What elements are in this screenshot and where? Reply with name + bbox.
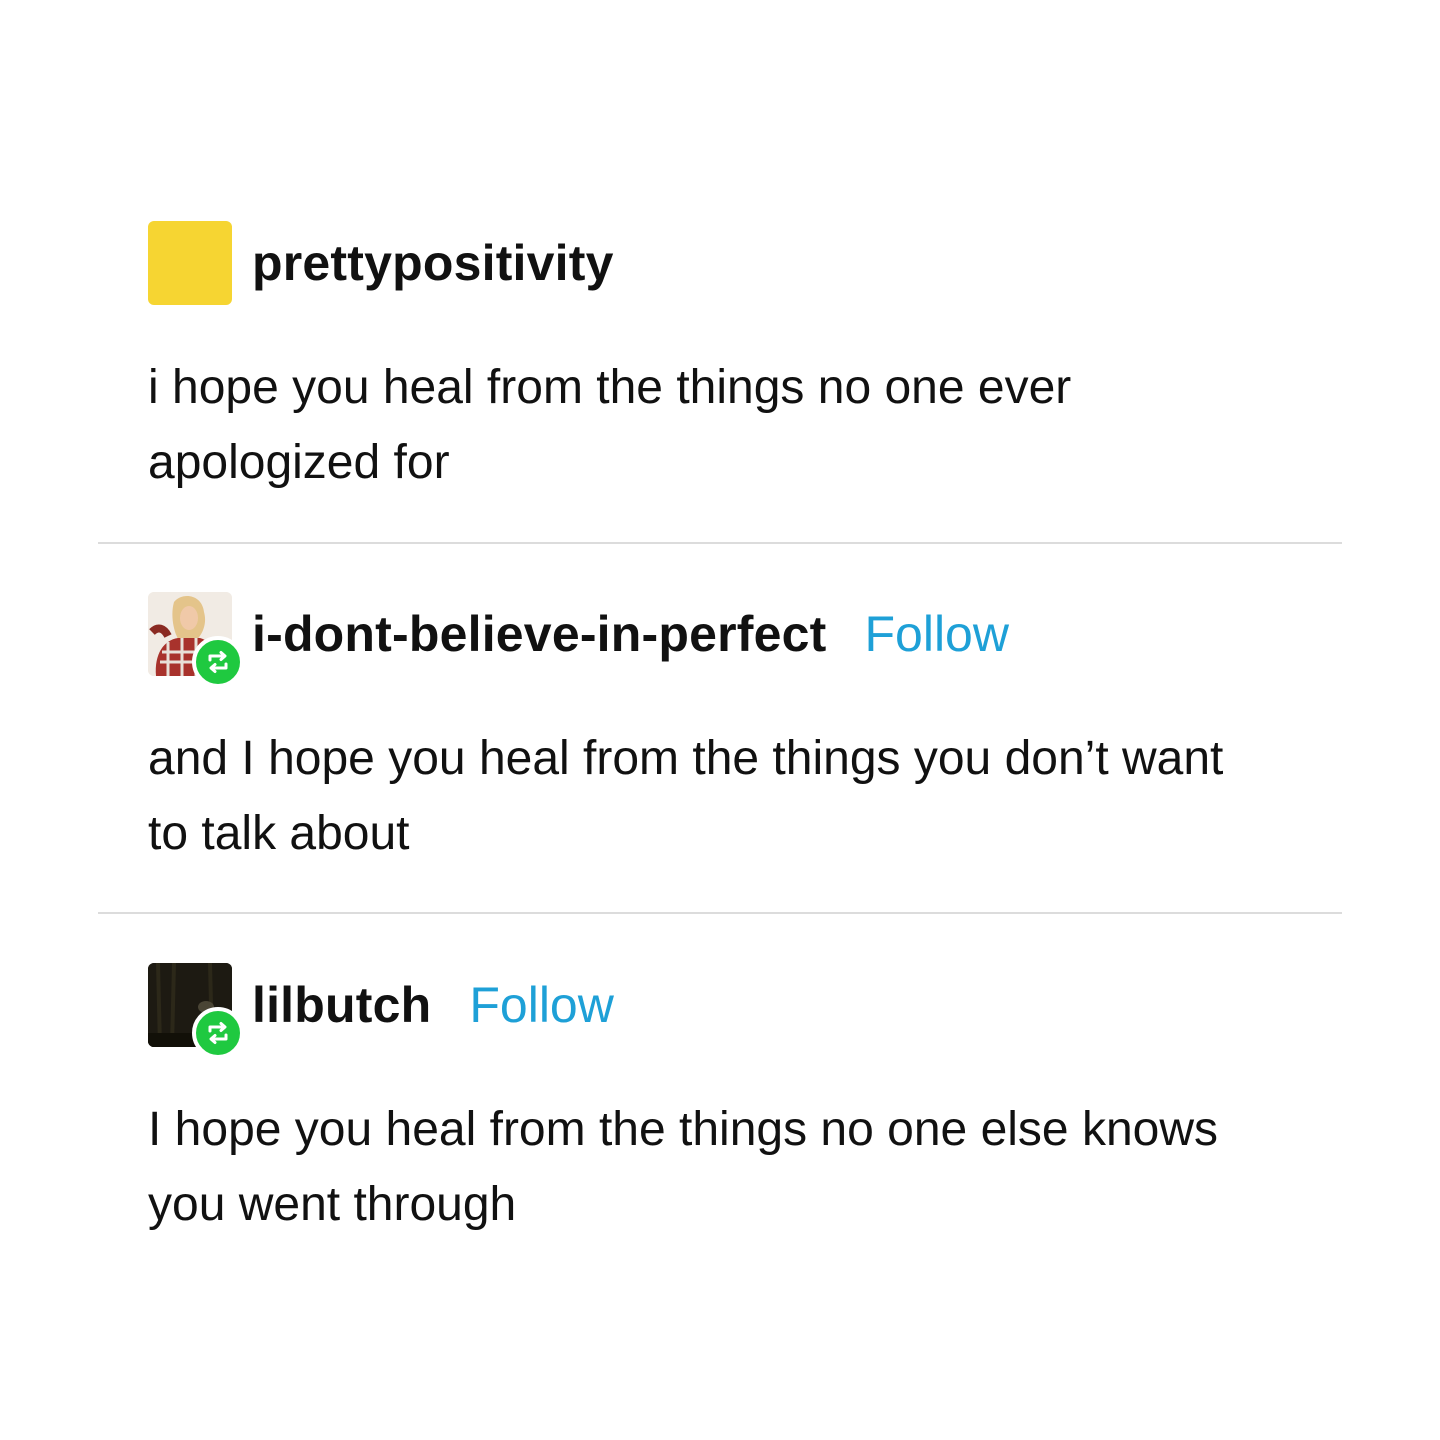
divider (98, 912, 1342, 914)
post-header: prettypositivity (148, 221, 614, 305)
reblog-icon (192, 1007, 244, 1059)
post-body: I hope you heal from the things no one e… (148, 1103, 1219, 1231)
username[interactable]: prettypositivity (252, 234, 614, 292)
username[interactable]: lilbutch (252, 976, 431, 1034)
post-body: i hope you heal from the things no one e… (148, 361, 1072, 489)
follow-button[interactable]: Follow (469, 976, 613, 1034)
avatar[interactable] (148, 592, 244, 688)
post-header: lilbutch Follow (148, 963, 614, 1059)
avatar[interactable] (148, 963, 244, 1059)
post-header: i-dont-believe-in-perfect Follow (148, 592, 1009, 688)
follow-button[interactable]: Follow (864, 605, 1008, 663)
yellow-square-avatar (148, 221, 232, 305)
username[interactable]: i-dont-believe-in-perfect (252, 605, 826, 663)
post-body: and I hope you heal from the things you … (148, 732, 1224, 860)
divider (98, 542, 1342, 544)
reblog-icon (192, 636, 244, 688)
avatar[interactable] (148, 221, 232, 305)
